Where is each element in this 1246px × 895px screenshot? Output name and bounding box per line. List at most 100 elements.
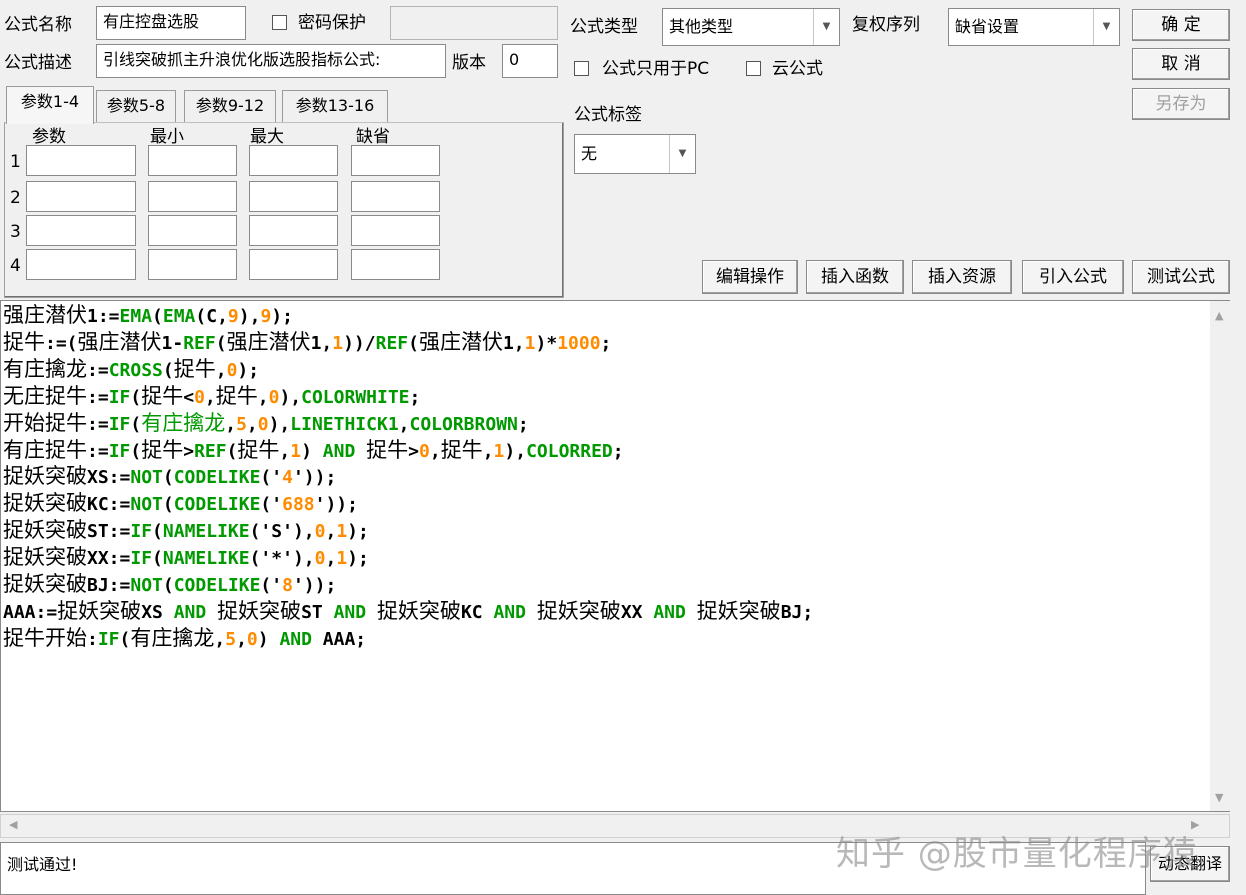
test-formula-button[interactable]: 测试公式 [1132,260,1230,294]
code-token: REF [194,440,227,462]
code-token: 0 [419,440,430,462]
code-token: COLORWHITE [301,386,410,408]
code-token: 1:= [87,306,120,327]
code-token: XS [141,601,174,623]
formula-type-select[interactable]: 其他类型 ▼ [662,8,840,46]
formula-type-value: 其他类型 [669,17,734,36]
save-as-button[interactable]: 另存为 [1132,88,1230,120]
code-line: 捉牛开始:IF(有庄擒龙,5,0) AND AAA; [3,626,813,653]
scroll-down-icon[interactable]: ▼ [1215,791,1223,804]
code-token: XX:= [87,548,131,570]
code-token: > [183,440,195,462]
password-input[interactable] [390,6,558,40]
code-token: NAMELIKE [162,548,250,570]
param-4-default[interactable] [351,249,440,280]
cloud-checkbox[interactable] [746,61,761,76]
code-token: (' [260,494,283,516]
param-4-name[interactable] [26,249,136,280]
param-3-min[interactable] [148,215,237,246]
code-token: 4 [282,467,293,489]
tab-params-5-8[interactable]: 参数5-8 [96,90,176,122]
code-token: ); [271,306,293,327]
insert-function-button[interactable]: 插入函数 [806,260,904,294]
import-formula-button[interactable]: 引入公式 [1022,260,1124,294]
param-2-default[interactable] [351,181,440,212]
tab-params-13-16[interactable]: 参数13-16 [282,90,388,122]
scroll-left-icon[interactable]: ◀ [9,818,17,831]
version-input[interactable]: 0 [502,44,558,78]
code-token: ( [152,548,163,570]
code-token: IF [97,628,120,650]
param-1-min[interactable] [148,145,237,176]
code-editor[interactable]: 强庄潜伏1:=EMA(EMA(C,9),9); 捉牛:=(强庄潜伏1-REF(强庄… [0,300,1230,812]
code-token: ), [238,306,261,327]
code-token: 0 [314,521,326,543]
code-token: ( [130,386,142,408]
param-4-max[interactable] [249,249,338,280]
code-token: COLORBROWN [409,413,518,435]
code-token: 1, [502,332,525,354]
code-token: 捉牛 [173,356,216,381]
code-token: 强庄潜伏 [418,329,503,354]
code-token: ), [504,440,527,462]
code-token: 有庄擒龙 [3,356,87,381]
code-token: > [408,440,419,462]
code-token: ) [257,628,280,650]
code-token: BJ; [780,601,814,623]
code-token: 1 [524,332,536,354]
code-token: , [246,413,258,435]
ok-button[interactable]: 确 定 [1132,9,1230,41]
edit-ops-button[interactable]: 编辑操作 [702,260,798,294]
code-token: , [236,628,247,650]
formula-desc-input[interactable]: 引线突破抓主升浪优化版选股指标公式: [96,44,446,78]
param-4-min[interactable] [148,249,237,280]
code-token: NOT [130,494,163,516]
code-token: , [325,521,337,543]
code-token: AND [653,601,686,623]
code-token: 捉牛 [3,329,45,354]
formula-tag-select[interactable]: 无 ▼ [574,134,696,174]
tab-params-9-12[interactable]: 参数9-12 [184,90,276,122]
vertical-scrollbar[interactable]: ▲ ▼ [1210,301,1232,811]
insert-resource-button[interactable]: 插入资源 [912,260,1012,294]
param-3-max[interactable] [249,215,338,246]
code-token: 1 [493,440,505,462]
cancel-button[interactable]: 取 消 [1132,48,1230,80]
scroll-up-icon[interactable]: ▲ [1215,309,1223,322]
code-token: ( [130,413,142,435]
param-2-max[interactable] [249,181,338,212]
code-token: COLORRED [526,440,613,462]
param-3-name[interactable] [26,215,136,246]
code-token: : [87,628,98,650]
code-token: 捉妖突破 [3,491,87,516]
param-1-max[interactable] [249,145,338,176]
param-3-default[interactable] [351,215,440,246]
code-token: 强庄潜伏 [3,303,87,327]
password-label: 密码保护 [298,13,366,33]
formula-name-input[interactable]: 有庄控盘选股 [96,6,246,40]
param-1-name[interactable] [26,145,136,176]
tab-params-1-4[interactable]: 参数1-4 [6,86,94,124]
code-token: ))/ [343,332,376,354]
param-2-min[interactable] [148,181,237,212]
pc-only-checkbox[interactable] [574,61,589,76]
code-token: ')); [292,575,337,597]
code-token: 强庄潜伏 [226,329,311,354]
password-checkbox[interactable] [272,15,287,30]
code-content: 强庄潜伏1:=EMA(EMA(C,9),9); 捉牛:=(强庄潜伏1-REF(强庄… [3,303,813,653]
code-token: , [257,386,269,408]
code-token: ) [301,440,323,462]
code-token: KC [460,601,494,623]
param-2-name[interactable] [26,181,136,212]
code-token: IF [130,521,153,543]
code-token: := [87,413,109,435]
param-1-default[interactable] [351,145,440,176]
code-token: ')); [292,467,337,489]
code-token: ), [268,413,291,435]
code-token: 0 [314,548,326,570]
restore-select[interactable]: 缺省设置 ▼ [948,8,1120,46]
code-token: IF [130,548,153,570]
code-token: ( [162,494,174,516]
